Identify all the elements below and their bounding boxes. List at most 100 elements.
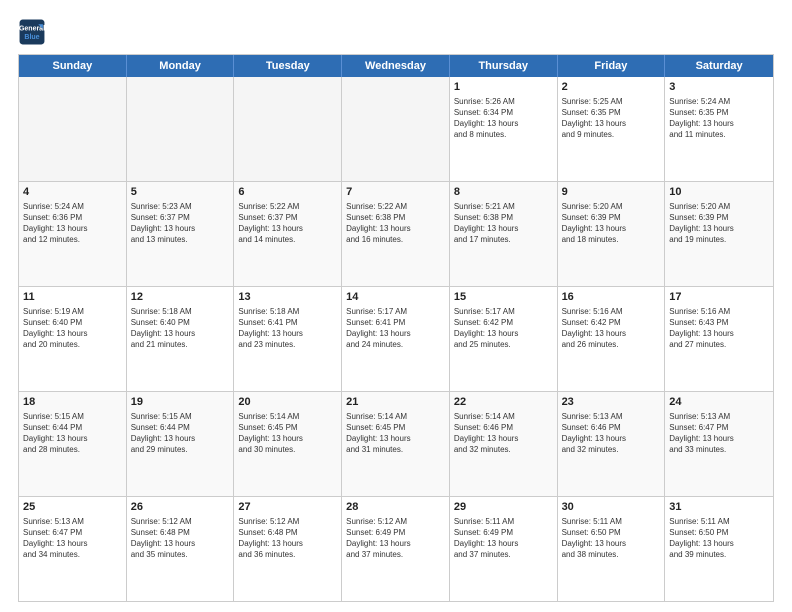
calendar-cell: 27Sunrise: 5:12 AM Sunset: 6:48 PM Dayli… <box>234 497 342 601</box>
calendar-cell: 6Sunrise: 5:22 AM Sunset: 6:37 PM Daylig… <box>234 182 342 286</box>
day-number: 21 <box>346 395 445 410</box>
cell-info: Sunrise: 5:12 AM Sunset: 6:49 PM Dayligh… <box>346 516 445 561</box>
day-number: 1 <box>454 80 553 95</box>
calendar-cell <box>342 77 450 181</box>
day-number: 4 <box>23 185 122 200</box>
cell-info: Sunrise: 5:11 AM Sunset: 6:50 PM Dayligh… <box>669 516 769 561</box>
calendar-cell: 21Sunrise: 5:14 AM Sunset: 6:45 PM Dayli… <box>342 392 450 496</box>
day-number: 30 <box>562 500 661 515</box>
calendar-cell: 10Sunrise: 5:20 AM Sunset: 6:39 PM Dayli… <box>665 182 773 286</box>
calendar-cell <box>127 77 235 181</box>
calendar-row-3: 11Sunrise: 5:19 AM Sunset: 6:40 PM Dayli… <box>19 287 773 392</box>
calendar-cell: 19Sunrise: 5:15 AM Sunset: 6:44 PM Dayli… <box>127 392 235 496</box>
cell-info: Sunrise: 5:13 AM Sunset: 6:46 PM Dayligh… <box>562 411 661 456</box>
weekday-header-friday: Friday <box>558 55 666 77</box>
calendar-cell: 14Sunrise: 5:17 AM Sunset: 6:41 PM Dayli… <box>342 287 450 391</box>
cell-info: Sunrise: 5:15 AM Sunset: 6:44 PM Dayligh… <box>131 411 230 456</box>
calendar-cell: 30Sunrise: 5:11 AM Sunset: 6:50 PM Dayli… <box>558 497 666 601</box>
calendar-cell: 11Sunrise: 5:19 AM Sunset: 6:40 PM Dayli… <box>19 287 127 391</box>
calendar-cell: 7Sunrise: 5:22 AM Sunset: 6:38 PM Daylig… <box>342 182 450 286</box>
cell-info: Sunrise: 5:16 AM Sunset: 6:43 PM Dayligh… <box>669 306 769 351</box>
calendar-cell: 26Sunrise: 5:12 AM Sunset: 6:48 PM Dayli… <box>127 497 235 601</box>
calendar-cell: 20Sunrise: 5:14 AM Sunset: 6:45 PM Dayli… <box>234 392 342 496</box>
calendar-row-1: 1Sunrise: 5:26 AM Sunset: 6:34 PM Daylig… <box>19 77 773 182</box>
logo: General Blue <box>18 18 46 46</box>
calendar-cell: 4Sunrise: 5:24 AM Sunset: 6:36 PM Daylig… <box>19 182 127 286</box>
calendar-cell: 5Sunrise: 5:23 AM Sunset: 6:37 PM Daylig… <box>127 182 235 286</box>
cell-info: Sunrise: 5:15 AM Sunset: 6:44 PM Dayligh… <box>23 411 122 456</box>
cell-info: Sunrise: 5:26 AM Sunset: 6:34 PM Dayligh… <box>454 96 553 141</box>
calendar-cell: 18Sunrise: 5:15 AM Sunset: 6:44 PM Dayli… <box>19 392 127 496</box>
cell-info: Sunrise: 5:24 AM Sunset: 6:36 PM Dayligh… <box>23 201 122 246</box>
day-number: 10 <box>669 185 769 200</box>
calendar-cell: 13Sunrise: 5:18 AM Sunset: 6:41 PM Dayli… <box>234 287 342 391</box>
day-number: 16 <box>562 290 661 305</box>
calendar-cell: 8Sunrise: 5:21 AM Sunset: 6:38 PM Daylig… <box>450 182 558 286</box>
cell-info: Sunrise: 5:14 AM Sunset: 6:46 PM Dayligh… <box>454 411 553 456</box>
calendar-cell: 15Sunrise: 5:17 AM Sunset: 6:42 PM Dayli… <box>450 287 558 391</box>
day-number: 3 <box>669 80 769 95</box>
calendar-cell <box>234 77 342 181</box>
day-number: 25 <box>23 500 122 515</box>
logo-icon: General Blue <box>18 18 46 46</box>
cell-info: Sunrise: 5:22 AM Sunset: 6:38 PM Dayligh… <box>346 201 445 246</box>
cell-info: Sunrise: 5:25 AM Sunset: 6:35 PM Dayligh… <box>562 96 661 141</box>
weekday-header-sunday: Sunday <box>19 55 127 77</box>
day-number: 29 <box>454 500 553 515</box>
day-number: 28 <box>346 500 445 515</box>
cell-info: Sunrise: 5:13 AM Sunset: 6:47 PM Dayligh… <box>669 411 769 456</box>
calendar-cell: 1Sunrise: 5:26 AM Sunset: 6:34 PM Daylig… <box>450 77 558 181</box>
cell-info: Sunrise: 5:23 AM Sunset: 6:37 PM Dayligh… <box>131 201 230 246</box>
day-number: 19 <box>131 395 230 410</box>
cell-info: Sunrise: 5:13 AM Sunset: 6:47 PM Dayligh… <box>23 516 122 561</box>
calendar-cell: 12Sunrise: 5:18 AM Sunset: 6:40 PM Dayli… <box>127 287 235 391</box>
calendar-cell: 29Sunrise: 5:11 AM Sunset: 6:49 PM Dayli… <box>450 497 558 601</box>
day-number: 23 <box>562 395 661 410</box>
day-number: 12 <box>131 290 230 305</box>
cell-info: Sunrise: 5:19 AM Sunset: 6:40 PM Dayligh… <box>23 306 122 351</box>
cell-info: Sunrise: 5:11 AM Sunset: 6:49 PM Dayligh… <box>454 516 553 561</box>
cell-info: Sunrise: 5:16 AM Sunset: 6:42 PM Dayligh… <box>562 306 661 351</box>
calendar-row-2: 4Sunrise: 5:24 AM Sunset: 6:36 PM Daylig… <box>19 182 773 287</box>
calendar-cell: 28Sunrise: 5:12 AM Sunset: 6:49 PM Dayli… <box>342 497 450 601</box>
cell-info: Sunrise: 5:14 AM Sunset: 6:45 PM Dayligh… <box>346 411 445 456</box>
page: General Blue SundayMondayTuesdayWednesda… <box>0 0 792 612</box>
day-number: 18 <box>23 395 122 410</box>
weekday-header-saturday: Saturday <box>665 55 773 77</box>
calendar-cell: 16Sunrise: 5:16 AM Sunset: 6:42 PM Dayli… <box>558 287 666 391</box>
calendar-body: 1Sunrise: 5:26 AM Sunset: 6:34 PM Daylig… <box>19 77 773 601</box>
header: General Blue <box>18 18 774 46</box>
calendar: SundayMondayTuesdayWednesdayThursdayFrid… <box>18 54 774 602</box>
calendar-cell: 2Sunrise: 5:25 AM Sunset: 6:35 PM Daylig… <box>558 77 666 181</box>
day-number: 8 <box>454 185 553 200</box>
day-number: 14 <box>346 290 445 305</box>
weekday-header-thursday: Thursday <box>450 55 558 77</box>
calendar-cell <box>19 77 127 181</box>
day-number: 22 <box>454 395 553 410</box>
day-number: 15 <box>454 290 553 305</box>
calendar-cell: 25Sunrise: 5:13 AM Sunset: 6:47 PM Dayli… <box>19 497 127 601</box>
cell-info: Sunrise: 5:21 AM Sunset: 6:38 PM Dayligh… <box>454 201 553 246</box>
weekday-header-wednesday: Wednesday <box>342 55 450 77</box>
calendar-cell: 3Sunrise: 5:24 AM Sunset: 6:35 PM Daylig… <box>665 77 773 181</box>
cell-info: Sunrise: 5:17 AM Sunset: 6:41 PM Dayligh… <box>346 306 445 351</box>
cell-info: Sunrise: 5:12 AM Sunset: 6:48 PM Dayligh… <box>238 516 337 561</box>
weekday-header-monday: Monday <box>127 55 235 77</box>
calendar-row-4: 18Sunrise: 5:15 AM Sunset: 6:44 PM Dayli… <box>19 392 773 497</box>
calendar-cell: 23Sunrise: 5:13 AM Sunset: 6:46 PM Dayli… <box>558 392 666 496</box>
calendar-cell: 9Sunrise: 5:20 AM Sunset: 6:39 PM Daylig… <box>558 182 666 286</box>
cell-info: Sunrise: 5:17 AM Sunset: 6:42 PM Dayligh… <box>454 306 553 351</box>
cell-info: Sunrise: 5:24 AM Sunset: 6:35 PM Dayligh… <box>669 96 769 141</box>
day-number: 11 <box>23 290 122 305</box>
cell-info: Sunrise: 5:20 AM Sunset: 6:39 PM Dayligh… <box>562 201 661 246</box>
day-number: 2 <box>562 80 661 95</box>
cell-info: Sunrise: 5:14 AM Sunset: 6:45 PM Dayligh… <box>238 411 337 456</box>
day-number: 26 <box>131 500 230 515</box>
cell-info: Sunrise: 5:20 AM Sunset: 6:39 PM Dayligh… <box>669 201 769 246</box>
day-number: 17 <box>669 290 769 305</box>
day-number: 7 <box>346 185 445 200</box>
calendar-cell: 22Sunrise: 5:14 AM Sunset: 6:46 PM Dayli… <box>450 392 558 496</box>
cell-info: Sunrise: 5:11 AM Sunset: 6:50 PM Dayligh… <box>562 516 661 561</box>
calendar-header: SundayMondayTuesdayWednesdayThursdayFrid… <box>19 55 773 77</box>
day-number: 6 <box>238 185 337 200</box>
